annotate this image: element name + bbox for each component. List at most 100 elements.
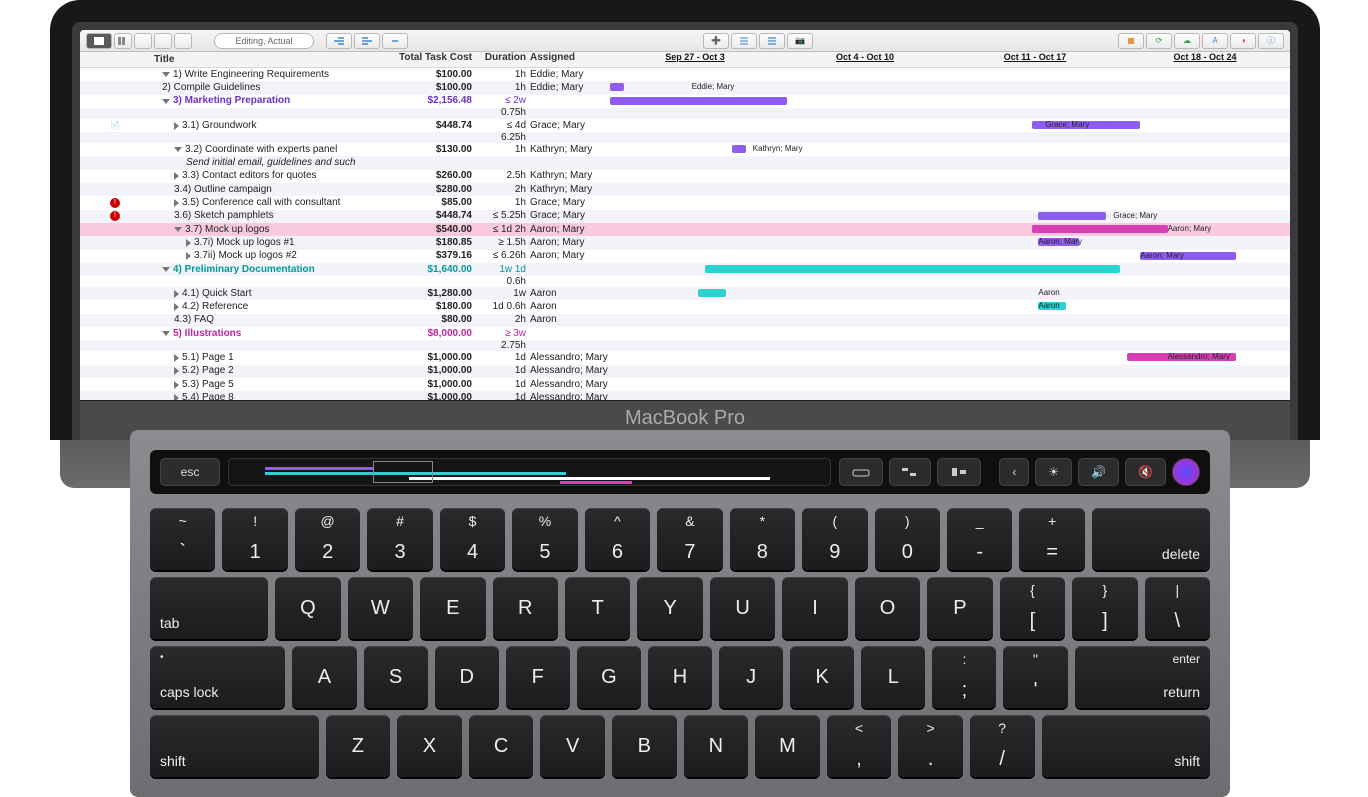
- disclosure-icon[interactable]: [174, 147, 182, 152]
- key-S[interactable]: S: [364, 646, 428, 708]
- key-bracket-r[interactable]: }]: [1072, 577, 1137, 639]
- key-slash[interactable]: ?/: [970, 715, 1035, 777]
- key-1[interactable]: !1: [222, 508, 287, 570]
- task-row[interactable]: 0.6h: [80, 276, 1290, 287]
- task-row[interactable]: 4.1) Quick Start$1,280.001wAaronAaron: [80, 287, 1290, 300]
- key-N[interactable]: N: [684, 715, 749, 777]
- key-quote[interactable]: "': [1003, 646, 1067, 708]
- task-row[interactable]: 5.4) Page 8$1,000.001dAlessandro; Mary: [80, 391, 1290, 400]
- key-7[interactable]: &7: [657, 508, 722, 570]
- task-row[interactable]: 3.2) Coordinate with experts panel$130.0…: [80, 143, 1290, 156]
- disclosure-icon[interactable]: [162, 99, 170, 104]
- key-`[interactable]: ~`: [150, 508, 215, 570]
- key-6[interactable]: ^6: [585, 508, 650, 570]
- touchbar-esc[interactable]: esc: [160, 458, 220, 486]
- tb-grid2[interactable]: [154, 33, 172, 49]
- key-shift-left[interactable]: shift: [150, 715, 319, 777]
- timeline-col[interactable]: Oct 11 - Oct 17: [950, 52, 1120, 67]
- key-tab[interactable]: tab: [150, 577, 268, 639]
- key-bracket-l[interactable]: {[: [1000, 577, 1065, 639]
- volume-icon[interactable]: 🔊: [1078, 458, 1119, 486]
- key-I[interactable]: I: [782, 577, 847, 639]
- tb-a5[interactable]: ◑: [1230, 33, 1256, 49]
- key-semicolon[interactable]: :;: [932, 646, 996, 708]
- col-assigned[interactable]: Assigned: [530, 52, 610, 67]
- key-A[interactable]: A: [292, 646, 356, 708]
- col-cost[interactable]: Total Task Cost: [390, 52, 480, 67]
- key-K[interactable]: K: [790, 646, 854, 708]
- timeline-col[interactable]: Oct 4 - Oct 10: [780, 52, 950, 67]
- key-U[interactable]: U: [710, 577, 775, 639]
- task-row[interactable]: 6.25h: [80, 132, 1290, 143]
- col-duration[interactable]: Duration: [480, 52, 530, 67]
- brightness-icon[interactable]: ☀: [1035, 458, 1072, 486]
- touchbar-btn-a[interactable]: [839, 458, 883, 486]
- tb-grid1[interactable]: [134, 33, 152, 49]
- key-9[interactable]: (9: [802, 508, 867, 570]
- task-row[interactable]: 4.3) FAQ$80.002hAaron: [80, 314, 1290, 327]
- tb-a2[interactable]: ⟳: [1146, 33, 1172, 49]
- key-O[interactable]: O: [855, 577, 920, 639]
- siri-icon[interactable]: [1172, 458, 1200, 486]
- key-X[interactable]: X: [397, 715, 462, 777]
- key-0[interactable]: )0: [875, 508, 940, 570]
- disclosure-icon[interactable]: [174, 394, 179, 400]
- key-F[interactable]: F: [506, 646, 570, 708]
- disclosure-icon[interactable]: [174, 227, 182, 232]
- timeline-col[interactable]: Oct 18 - Oct 24: [1120, 52, 1290, 67]
- key-H[interactable]: H: [648, 646, 712, 708]
- tb-view2[interactable]: [114, 33, 132, 49]
- key-D[interactable]: D: [435, 646, 499, 708]
- key-R[interactable]: R: [493, 577, 558, 639]
- task-row[interactable]: Send initial email, guidelines and such: [80, 156, 1290, 169]
- key-P[interactable]: P: [927, 577, 992, 639]
- disclosure-icon[interactable]: [174, 290, 179, 298]
- task-row[interactable]: 5.2) Page 2$1,000.001dAlessandro; Mary: [80, 365, 1290, 378]
- tb-a1[interactable]: ▦: [1118, 33, 1144, 49]
- tb-camera[interactable]: 📷: [787, 33, 813, 49]
- key-4[interactable]: $4: [440, 508, 505, 570]
- touchbar-btn-b[interactable]: [889, 458, 931, 486]
- tb-add[interactable]: ➕: [703, 33, 729, 49]
- task-row[interactable]: 5.3) Page 5$1,000.001dAlessandro; Mary: [80, 378, 1290, 391]
- disclosure-icon[interactable]: [186, 239, 191, 247]
- disclosure-icon[interactable]: [162, 267, 170, 272]
- key-W[interactable]: W: [348, 577, 413, 639]
- task-row[interactable]: 5) Illustrations$8,000.00≥ 3w: [80, 327, 1290, 340]
- key-V[interactable]: V: [540, 715, 605, 777]
- key-M[interactable]: M: [755, 715, 820, 777]
- gantt-bar[interactable]: [1038, 212, 1106, 220]
- disclosure-icon[interactable]: [174, 381, 179, 389]
- task-row[interactable]: 3.3) Contact editors for quotes$260.002.…: [80, 170, 1290, 183]
- tb-grid3[interactable]: [174, 33, 192, 49]
- disclosure-icon[interactable]: [174, 354, 179, 362]
- disclosure-icon[interactable]: [174, 367, 179, 375]
- disclosure-icon[interactable]: [162, 72, 170, 77]
- task-row[interactable]: !3.6) Sketch pamphlets$448.74≤ 5.25hGrac…: [80, 210, 1290, 223]
- task-row[interactable]: 📄3.1) Groundwork$448.74≤ 4dGrace; MaryGr…: [80, 119, 1290, 132]
- key-5[interactable]: %5: [512, 508, 577, 570]
- key-Q[interactable]: Q: [275, 577, 340, 639]
- key-capslock[interactable]: caps lock•: [150, 646, 285, 708]
- task-row[interactable]: 3.7ii) Mock up logos #2$379.16≤ 6.26hAar…: [80, 250, 1290, 263]
- task-row[interactable]: 4.2) Reference$180.001d 0.6hAaronAaron: [80, 300, 1290, 313]
- task-row[interactable]: 5.1) Page 1$1,000.001dAlessandro; MaryAl…: [80, 351, 1290, 364]
- disclosure-icon[interactable]: [174, 303, 179, 311]
- key--[interactable]: _-: [947, 508, 1012, 570]
- task-row[interactable]: 2) Compile Guidelines$100.001hEddie; Mar…: [80, 81, 1290, 94]
- gantt-bar[interactable]: [732, 145, 746, 153]
- key-G[interactable]: G: [577, 646, 641, 708]
- disclosure-icon[interactable]: [174, 122, 179, 130]
- key-J[interactable]: J: [719, 646, 783, 708]
- key-Y[interactable]: Y: [637, 577, 702, 639]
- key-8[interactable]: *8: [730, 508, 795, 570]
- view-mode-select[interactable]: Editing, Actual: [214, 33, 314, 49]
- gantt-bar[interactable]: [1032, 225, 1168, 233]
- touchbar-timeline[interactable]: [228, 458, 831, 486]
- key-backslash[interactable]: |\: [1145, 577, 1210, 639]
- tb-zoom-in[interactable]: [759, 33, 785, 49]
- disclosure-icon[interactable]: [162, 331, 170, 336]
- task-row[interactable]: 4) Preliminary Documentation$1,640.001w …: [80, 263, 1290, 276]
- key-shift-right[interactable]: shift: [1042, 715, 1211, 777]
- key-3[interactable]: #3: [367, 508, 432, 570]
